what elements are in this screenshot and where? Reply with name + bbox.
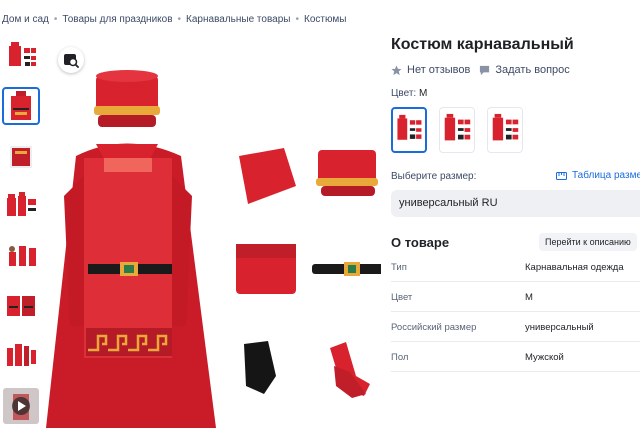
- about-title: О товаре: [391, 235, 450, 250]
- color-label-text: Цвет:: [391, 88, 417, 99]
- breadcrumb-separator: •: [53, 14, 58, 25]
- ask-question-link[interactable]: Задать вопрос: [479, 64, 570, 76]
- spec-key: Пол: [391, 352, 409, 363]
- size-label: Выберите размер:: [391, 171, 477, 182]
- spec-value: универсальный: [525, 322, 594, 333]
- ruler-icon: [556, 171, 567, 180]
- breadcrumb: Дом и сад • Товары для праздников • Карнавал…: [2, 14, 346, 25]
- spec-key: Тип: [391, 262, 407, 273]
- size-select[interactable]: универсальный RU: [391, 190, 640, 217]
- color-label: Цвет: M: [391, 88, 427, 99]
- thumbnail-4[interactable]: [3, 188, 39, 224]
- color-swatches: [391, 107, 535, 153]
- ask-question-label: Задать вопрос: [495, 64, 570, 76]
- thumbnail-2[interactable]: [2, 87, 40, 125]
- reviews-link[interactable]: Нет отзывов: [391, 64, 470, 76]
- image-search-icon: [64, 54, 79, 68]
- breadcrumb-item-home-garden[interactable]: Дом и сад: [2, 14, 49, 25]
- breadcrumb-item-party-goods[interactable]: Товары для праздников: [62, 14, 172, 25]
- spec-key: Цвет: [391, 292, 413, 303]
- breadcrumb-item-costumes[interactable]: Костюмы: [304, 14, 346, 25]
- main-product-image[interactable]: [46, 36, 384, 436]
- star-icon: [391, 64, 402, 75]
- spec-value: Мужской: [525, 352, 564, 363]
- thumbnail-7[interactable]: [3, 338, 39, 374]
- spec-value: Карнавальная одежда: [525, 262, 624, 273]
- product-title: Костюм карнавальный: [391, 36, 574, 53]
- product-meta: Нет отзывов Задать вопрос: [391, 64, 579, 76]
- image-zoom-button[interactable]: [58, 47, 84, 73]
- reviews-label: Нет отзывов: [407, 64, 471, 76]
- spec-row: Тип Карнавальная одежда: [391, 252, 640, 282]
- thumbnail-1[interactable]: [3, 38, 39, 74]
- go-to-description-button[interactable]: Перейти к описанию: [539, 233, 637, 251]
- breadcrumb-item-carnival-goods[interactable]: Карнавальные товары: [186, 14, 290, 25]
- color-swatch-1[interactable]: [391, 107, 427, 153]
- thumbnail-video[interactable]: [3, 388, 39, 424]
- color-value: M: [418, 88, 428, 99]
- spec-row: Цвет M: [391, 282, 640, 312]
- color-swatch-3[interactable]: [487, 107, 523, 153]
- spec-row: Российский размер универсальный: [391, 312, 640, 342]
- breadcrumb-separator: •: [295, 14, 299, 25]
- spec-value: M: [525, 292, 533, 303]
- size-table-label: Таблица размеров: [572, 170, 640, 181]
- thumbnail-3[interactable]: [3, 138, 39, 174]
- spec-list: Тип Карнавальная одежда Цвет M Российски…: [391, 252, 640, 372]
- thumbnail-list: [2, 38, 41, 438]
- thumbnail-5[interactable]: [3, 238, 39, 274]
- spec-row: Пол Мужской: [391, 342, 640, 372]
- thumbnail-6[interactable]: [3, 288, 39, 324]
- size-table-link[interactable]: Таблица размеров: [556, 170, 640, 181]
- spec-key: Российский размер: [391, 322, 477, 333]
- breadcrumb-separator: •: [177, 14, 182, 25]
- color-swatch-2[interactable]: [439, 107, 475, 153]
- chat-bubble-icon: [480, 65, 490, 75]
